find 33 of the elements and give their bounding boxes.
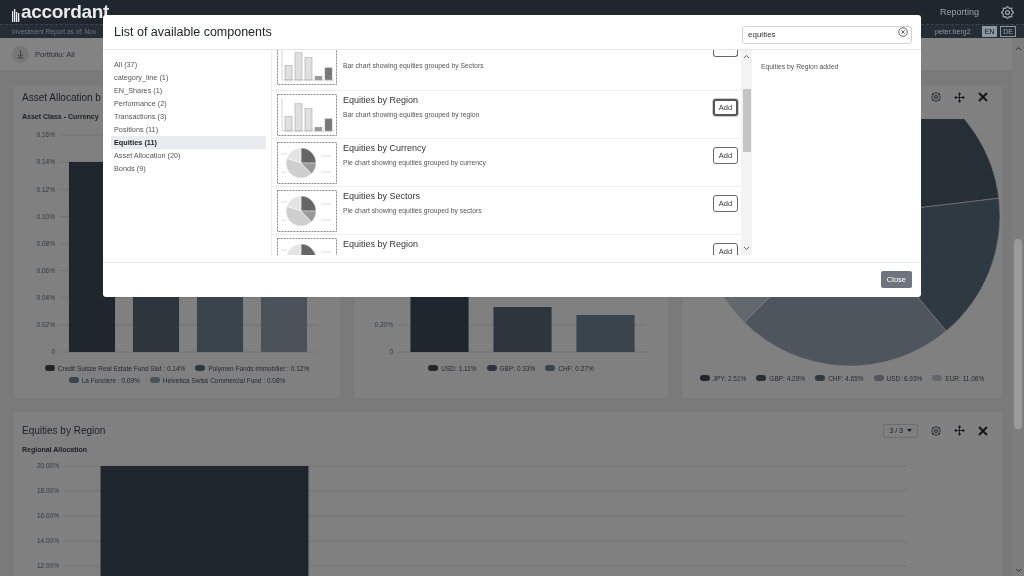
clear-icon[interactable] (898, 27, 908, 37)
scroll-up-icon[interactable] (1014, 46, 1022, 51)
scrollbar[interactable] (741, 50, 752, 255)
pie-chart-icon (277, 142, 337, 184)
card-title: Asset Allocation b (22, 91, 101, 103)
close-icon[interactable] (978, 425, 988, 436)
move-icon[interactable] (954, 91, 965, 103)
card-title: Equities by Region (22, 425, 106, 437)
bar (493, 307, 552, 352)
settings-icon[interactable] (931, 425, 941, 436)
bar (576, 315, 635, 352)
add-button[interactable] (713, 50, 738, 57)
settings-icon[interactable] (1001, 5, 1014, 19)
component-title: Equities by Region (343, 238, 420, 251)
component-title: Equities by Currency (343, 142, 428, 155)
pie-chart-icon (277, 190, 337, 232)
caret-icon (907, 429, 912, 433)
move-icon[interactable] (954, 425, 965, 437)
close-icon[interactable] (978, 92, 988, 102)
component-title: Equities by Sectors (343, 190, 422, 203)
search-field[interactable]: equities (742, 25, 912, 44)
dialog-title: List of available components (114, 25, 273, 39)
scrollbar-thumb[interactable] (1014, 239, 1022, 429)
scroll-down-icon[interactable] (1014, 568, 1022, 573)
logo: accordant (21, 2, 110, 22)
component-title: Equities by Region (343, 94, 420, 107)
scroll-up-icon[interactable] (743, 54, 750, 59)
scroll-down-icon[interactable] (743, 246, 750, 251)
bar-chart-icon (277, 94, 337, 136)
settings-icon[interactable] (931, 92, 941, 102)
logo-icon (12, 8, 20, 22)
nav-link[interactable]: Reporting (939, 7, 979, 17)
scrollbar-thumb[interactable] (742, 89, 751, 152)
